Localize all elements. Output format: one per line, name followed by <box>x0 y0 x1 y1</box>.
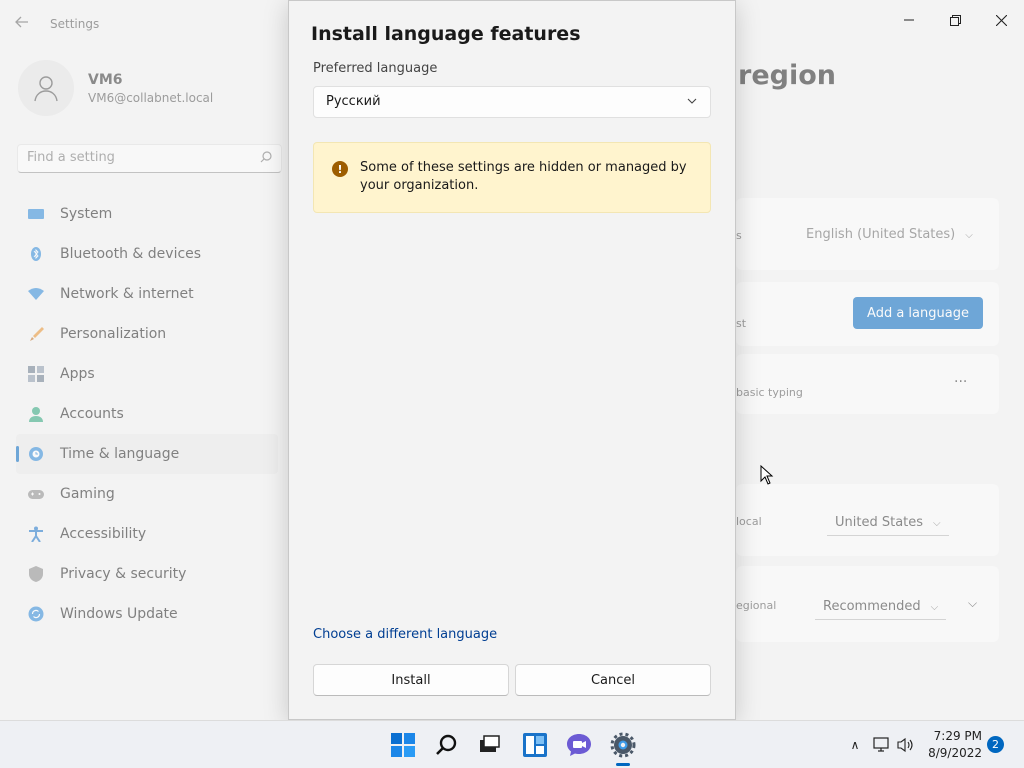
network-tray-icon[interactable] <box>873 736 891 754</box>
choose-different-language-link[interactable]: Choose a different language <box>313 627 497 642</box>
chevron-down-icon: ⌵ <box>965 230 973 241</box>
chevron-down-icon: ⌵ <box>930 602 939 613</box>
regional-format-dropdown[interactable]: Recommended ⌵ <box>815 596 947 620</box>
app-title: Settings <box>50 17 100 31</box>
search-icon[interactable] <box>434 732 460 758</box>
sidebar-item-label: Accounts <box>60 406 124 422</box>
sidebar-item-privacy[interactable]: Privacy & security <box>16 554 278 594</box>
brush-icon <box>30 327 44 341</box>
dropdown-value: Recommended <box>823 599 921 614</box>
volume-icon[interactable] <box>897 736 915 754</box>
maximize-button[interactable] <box>932 4 978 36</box>
avatar[interactable] <box>18 60 74 116</box>
profile-email: VM6@collabnet.local <box>88 91 214 105</box>
sidebar-item-label: Personalization <box>60 326 167 342</box>
sidebar-item-label: Time & language <box>60 446 180 462</box>
cancel-button[interactable]: Cancel <box>515 664 711 696</box>
page-title: region <box>738 60 836 91</box>
add-language-button[interactable]: Add a language <box>853 297 983 329</box>
warning-text: Some of these settings are hidden or man… <box>360 160 687 193</box>
display-language-dropdown[interactable]: English (United States) ⌵ <box>806 227 973 242</box>
settings-gear-icon[interactable] <box>610 732 636 758</box>
minimize-button[interactable] <box>886 4 932 36</box>
chat-icon[interactable] <box>566 732 592 758</box>
card-label-partial: egional <box>736 599 777 612</box>
sidebar-item-label: Network & internet <box>60 286 194 302</box>
preferred-language-label: Preferred language <box>313 61 438 76</box>
chevron-down-icon <box>687 98 697 104</box>
clock-date[interactable]: 8/9/2022 <box>922 746 982 760</box>
sidebar-item-accessibility[interactable]: Accessibility <box>16 514 278 554</box>
sidebar-item-windows-update[interactable]: Windows Update <box>16 594 278 634</box>
more-options-icon[interactable]: ··· <box>954 374 967 390</box>
card-label-partial: st <box>736 317 747 330</box>
install-button[interactable]: Install <box>313 664 509 696</box>
sidebar-nav: System Bluetooth & devices Network & int… <box>16 194 278 634</box>
expand-chevron-icon[interactable]: ⌵ <box>968 596 977 611</box>
update-icon <box>28 606 44 622</box>
globe-clock-icon <box>29 447 43 461</box>
sidebar-item-label: Windows Update <box>60 606 178 622</box>
start-icon[interactable] <box>390 732 416 758</box>
card-label-partial: basic typing <box>736 386 803 399</box>
apps-icon <box>28 366 44 382</box>
sidebar-item-label: Bluetooth & devices <box>60 246 202 262</box>
warning-icon: ! <box>332 161 348 177</box>
widgets-icon[interactable] <box>522 732 548 758</box>
chevron-down-icon: ⌵ <box>933 518 941 529</box>
preferred-language-select[interactable]: Русский <box>313 86 711 118</box>
notification-badge[interactable]: 2 <box>987 736 1004 753</box>
card-label-partial: s <box>736 229 742 242</box>
active-app-indicator <box>616 763 630 766</box>
task-view-icon[interactable] <box>476 732 502 758</box>
clock-time[interactable]: 7:29 PM <box>928 729 982 743</box>
regional-format-card: egional Recommended ⌵ ⌵ <box>736 566 999 642</box>
sidebar-item-personalization[interactable]: Personalization <box>16 314 278 354</box>
mouse-cursor-icon <box>760 465 774 485</box>
accounts-icon <box>29 407 43 422</box>
sidebar-item-network[interactable]: Network & internet <box>16 274 278 314</box>
dialog-title: Install language features <box>311 23 581 45</box>
sidebar-item-system[interactable]: System <box>16 194 278 234</box>
profile-name: VM6 <box>88 72 123 88</box>
user-icon <box>34 76 58 102</box>
network-icon <box>28 288 44 300</box>
taskbar: ∧ 7:29 PM 8/9/2022 2 <box>0 720 1024 768</box>
shield-icon <box>29 566 43 582</box>
close-button[interactable] <box>978 4 1024 36</box>
dropdown-value: United States <box>835 515 924 530</box>
country-region-card: local United States ⌵ <box>736 484 999 556</box>
tray-overflow-chevron-icon[interactable]: ∧ <box>846 736 864 754</box>
sidebar-item-label: Privacy & security <box>60 566 187 582</box>
sidebar-item-bluetooth[interactable]: Bluetooth & devices <box>16 234 278 274</box>
bluetooth-icon <box>31 247 41 261</box>
card-label-partial: local <box>736 515 762 528</box>
search-icon <box>260 151 272 166</box>
country-dropdown[interactable]: United States ⌵ <box>827 512 949 536</box>
dropdown-value: English (United States) <box>806 227 956 242</box>
install-language-dialog: Install language features Preferred lang… <box>288 0 736 720</box>
accessibility-icon <box>29 526 43 542</box>
sidebar-item-gaming[interactable]: Gaming <box>16 474 278 514</box>
managed-settings-warning: ! Some of these settings are hidden or m… <box>313 142 711 213</box>
sidebar-item-label: Apps <box>60 366 95 382</box>
sidebar-item-apps[interactable]: Apps <box>16 354 278 394</box>
display-language-card: s English (United States) ⌵ <box>736 198 999 270</box>
sidebar-item-label: Accessibility <box>60 526 147 542</box>
system-icon <box>28 209 44 219</box>
sidebar-item-label: System <box>60 206 113 222</box>
language-entry-card: basic typing ··· <box>736 354 999 414</box>
sidebar-item-accounts[interactable]: Accounts <box>16 394 278 434</box>
sidebar-item-label: Gaming <box>60 486 115 502</box>
selected-language-value: Русский <box>326 94 381 109</box>
sidebar-item-time-language[interactable]: Time & language <box>16 434 278 474</box>
back-arrow-icon[interactable] <box>14 14 34 34</box>
gamepad-icon <box>28 490 44 499</box>
search-box[interactable] <box>17 144 282 173</box>
search-input[interactable] <box>27 150 247 165</box>
